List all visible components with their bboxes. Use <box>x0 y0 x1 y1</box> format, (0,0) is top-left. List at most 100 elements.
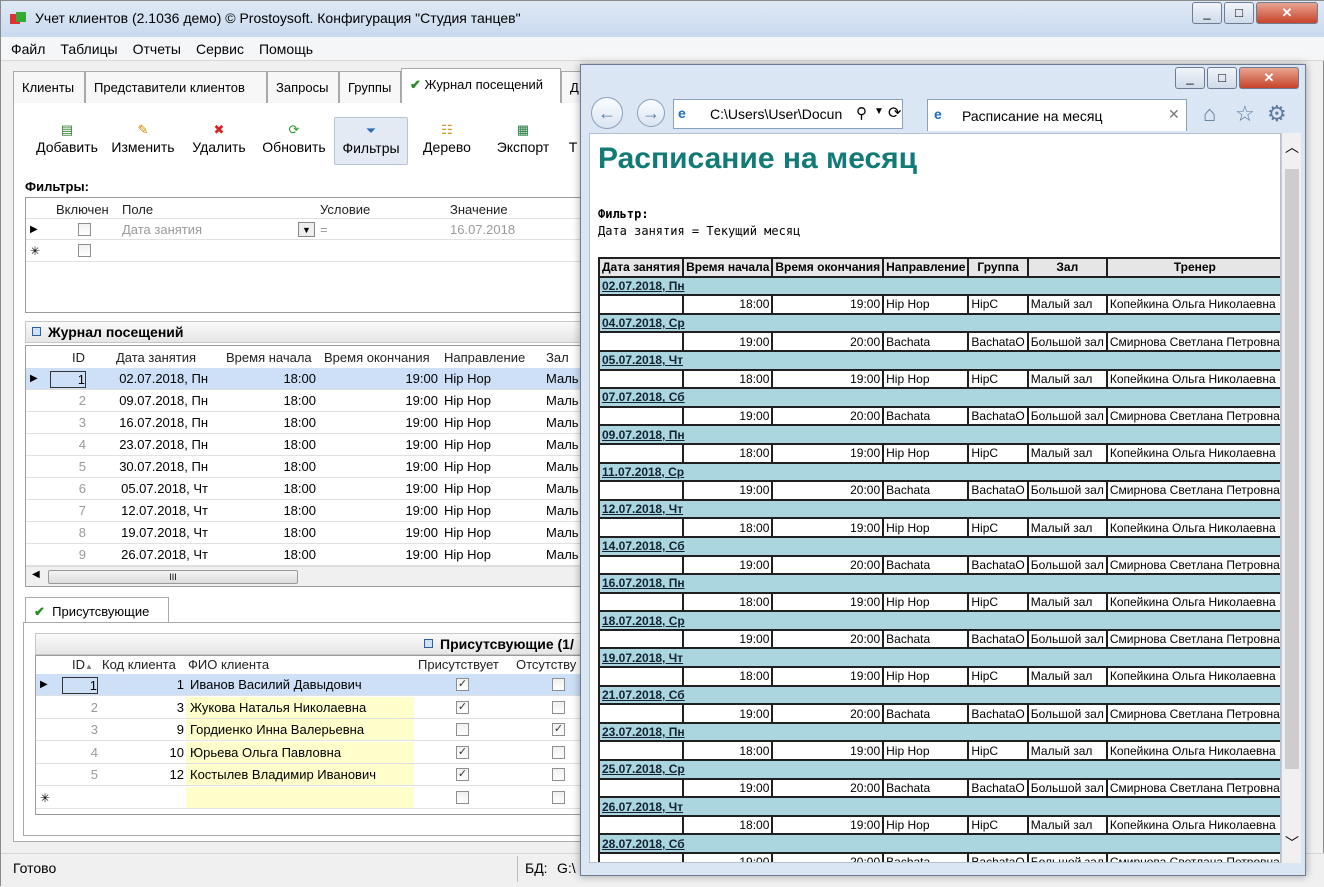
v-scrollbar[interactable]: ︿ ﹀ <box>1281 133 1301 863</box>
gear-icon[interactable]: ⚙ <box>1267 101 1287 127</box>
date-cell[interactable]: 02.07.2018, Пн <box>598 275 1280 297</box>
tab-attendees[interactable]: ✔ Присутсвующие <box>25 597 169 623</box>
table-row[interactable]: 9 26.07.2018, Чт 18:00 19:00 Hip Hop Маль <box>26 544 580 566</box>
absent-checkbox[interactable] <box>552 745 565 759</box>
present-checkbox[interactable]: ✓ <box>456 700 469 714</box>
date-cell[interactable]: 28.07.2018, Сб <box>598 833 1280 854</box>
close-tab-icon[interactable]: ✕ <box>1168 106 1180 123</box>
home-icon[interactable]: ⌂ <box>1203 101 1216 127</box>
table-row[interactable]: 2 3 Жукова Наталья Николаевна ✓ <box>36 696 580 719</box>
menu-service[interactable]: Сервис <box>186 37 249 57</box>
date-cell[interactable]: 21.07.2018, Сб <box>598 684 1280 706</box>
date-cell[interactable]: 16.07.2018, Пн <box>598 573 1280 594</box>
date-cell[interactable]: 18.07.2018, Ср <box>598 610 1280 631</box>
date-cell[interactable]: 14.07.2018, Сб <box>598 535 1280 557</box>
present-checkbox[interactable] <box>456 791 469 804</box>
scroll-thumb[interactable]: III <box>48 570 298 584</box>
forward-button[interactable]: → <box>637 99 665 127</box>
export-button[interactable]: ▦ Экспорт <box>487 117 559 165</box>
new-filter-row[interactable]: ✳ <box>26 240 580 262</box>
tab-clients[interactable]: Клиенты <box>13 71 85 103</box>
browser-maximize-button[interactable]: □ <box>1207 67 1237 89</box>
table-cell: 9 <box>78 547 86 562</box>
browser-tab[interactable]: e Расписание на месяц ✕ <box>927 99 1187 131</box>
minimize-button[interactable]: _ <box>1192 2 1222 24</box>
refresh-icon[interactable]: ⟳ <box>888 103 901 123</box>
chevron-down-icon[interactable]: ▼ <box>874 106 884 117</box>
tab-requests[interactable]: Запросы <box>267 71 339 103</box>
tab-journal[interactable]: ✔ Журнал посещений <box>401 68 561 103</box>
browser-close-button[interactable]: ✕ <box>1239 67 1299 89</box>
search-icon[interactable]: ⚲ <box>856 104 867 122</box>
back-button[interactable]: ← <box>591 97 623 129</box>
table-row[interactable]: ▶ 1 1 Иванов Василий Давыдович ✓ <box>36 674 580 696</box>
browser-minimize-button[interactable]: _ <box>1175 67 1205 89</box>
date-cell[interactable]: 25.07.2018, Ср <box>598 759 1280 780</box>
date-cell[interactable]: 09.07.2018, Пн <box>598 424 1280 445</box>
present-checkbox[interactable] <box>456 723 469 737</box>
filters-button[interactable]: ⏷ Фильтры <box>334 117 408 165</box>
date-group-row: 11.07.2018, Ср <box>598 461 1280 483</box>
tab-representatives[interactable]: Представители клиентов <box>85 71 267 103</box>
date-cell[interactable]: 11.07.2018, Ср <box>598 461 1280 483</box>
new-row[interactable]: ✳ <box>36 787 580 809</box>
absent-checkbox[interactable] <box>552 700 565 714</box>
date-cell[interactable]: 12.07.2018, Чт <box>598 498 1280 520</box>
present-checkbox[interactable]: ✓ <box>456 678 469 691</box>
tree-button[interactable]: ☷ Дерево <box>413 117 481 165</box>
star-icon[interactable]: ☆ <box>1235 101 1255 127</box>
edit-button[interactable]: ✎ Изменить <box>105 117 181 165</box>
more-toolbar-button[interactable]: Т <box>565 117 581 165</box>
refresh-button[interactable]: ⟳ Обновить <box>257 117 331 165</box>
date-cell[interactable]: 04.07.2018, Ср <box>598 312 1280 334</box>
attendees-grid: ID▲ Код клиента ФИО клиента Присутствует… <box>35 655 581 815</box>
table-row[interactable]: 6 05.07.2018, Чт 18:00 19:00 Hip Hop Маль <box>26 478 580 500</box>
tab-groups[interactable]: Группы <box>339 71 401 103</box>
schedule-col-header: Дата занятия <box>597 257 685 278</box>
table-row[interactable]: 2 09.07.2018, Пн 18:00 19:00 Hip Hop Маль <box>26 390 580 412</box>
absent-checkbox[interactable] <box>552 768 565 782</box>
date-cell[interactable]: 23.07.2018, Пн <box>598 721 1280 743</box>
h-scrollbar[interactable]: ◀ III <box>26 566 580 586</box>
absent-checkbox[interactable] <box>552 678 565 691</box>
menu-reports[interactable]: Отчеты <box>123 37 186 57</box>
table-row[interactable]: 4 23.07.2018, Пн 18:00 19:00 Hip Hop Маль <box>26 434 580 456</box>
enabled-checkbox[interactable] <box>78 223 91 236</box>
enabled-checkbox[interactable] <box>78 244 91 257</box>
table-row[interactable]: 3 16.07.2018, Пн 18:00 19:00 Hip Hop Маль <box>26 412 580 434</box>
add-button[interactable]: ▤ Добавить <box>31 117 103 165</box>
chevron-up-icon[interactable]: ︿ <box>1285 137 1299 157</box>
table-row[interactable]: 5 12 Костылев Владимир Иванович ✓ <box>36 764 580 787</box>
absent-checkbox[interactable] <box>552 791 565 804</box>
table-row[interactable]: 7 12.07.2018, Чт 18:00 19:00 Hip Hop Маль <box>26 500 580 522</box>
table-row[interactable]: 8 19.07.2018, Чт 18:00 19:00 Hip Hop Маль <box>26 522 580 544</box>
menu-file[interactable]: Файл <box>1 37 50 57</box>
table-row[interactable]: 3 9 Гордиенко Инна Валерьевна ✓ <box>36 719 580 742</box>
schedule-cell: 20:00 <box>771 703 885 724</box>
scroll-thumb[interactable] <box>1285 169 1299 769</box>
address-bar[interactable]: e C:\Users\User\Docun ⚲ ▼ ⟳ <box>673 99 903 129</box>
date-cell[interactable]: 05.07.2018, Чт <box>598 349 1280 371</box>
present-checkbox[interactable]: ✓ <box>456 768 469 782</box>
chevron-down-icon[interactable]: ﹀ <box>1285 833 1299 853</box>
menu-tables[interactable]: Таблицы <box>50 37 122 57</box>
table-row[interactable]: 4 10 Юрьева Ольга Павловна ✓ <box>36 741 580 764</box>
date-cell[interactable]: 07.07.2018, Сб <box>598 387 1280 408</box>
absent-checkbox[interactable]: ✓ <box>552 723 565 737</box>
scroll-left-icon[interactable]: ◀ <box>32 569 40 580</box>
chevron-down-icon[interactable]: ▼ <box>298 222 315 237</box>
delete-button[interactable]: ✖ Удалить <box>185 117 253 165</box>
present-checkbox[interactable]: ✓ <box>456 745 469 759</box>
maximize-button[interactable]: □ <box>1224 2 1254 24</box>
date-cell[interactable]: 19.07.2018, Чт <box>598 647 1280 669</box>
table-cell: 19:00 <box>405 415 438 430</box>
filter-row[interactable]: ▶ Дата занятия ▼ = 16.07.2018 <box>26 218 580 240</box>
title-bar: Учет клиентов (2.1036 демо) © Prostoysof… <box>1 1 1324 37</box>
menu-help[interactable]: Помощь <box>249 37 318 57</box>
close-button[interactable]: ✕ <box>1256 2 1318 24</box>
date-cell[interactable]: 26.07.2018, Чт <box>598 796 1280 817</box>
table-row[interactable]: ▶ 1 02.07.2018, Пн 18:00 19:00 Hip Hop Маль <box>26 368 580 390</box>
table-row[interactable]: 5 30.07.2018, Пн 18:00 19:00 Hip Hop Маль <box>26 456 580 478</box>
journal-title: Журнал посещений <box>48 324 184 340</box>
schedule-row: 18:00 19:00 Hip Hop HipC Малый зал Копейкина … <box>597 442 1280 464</box>
